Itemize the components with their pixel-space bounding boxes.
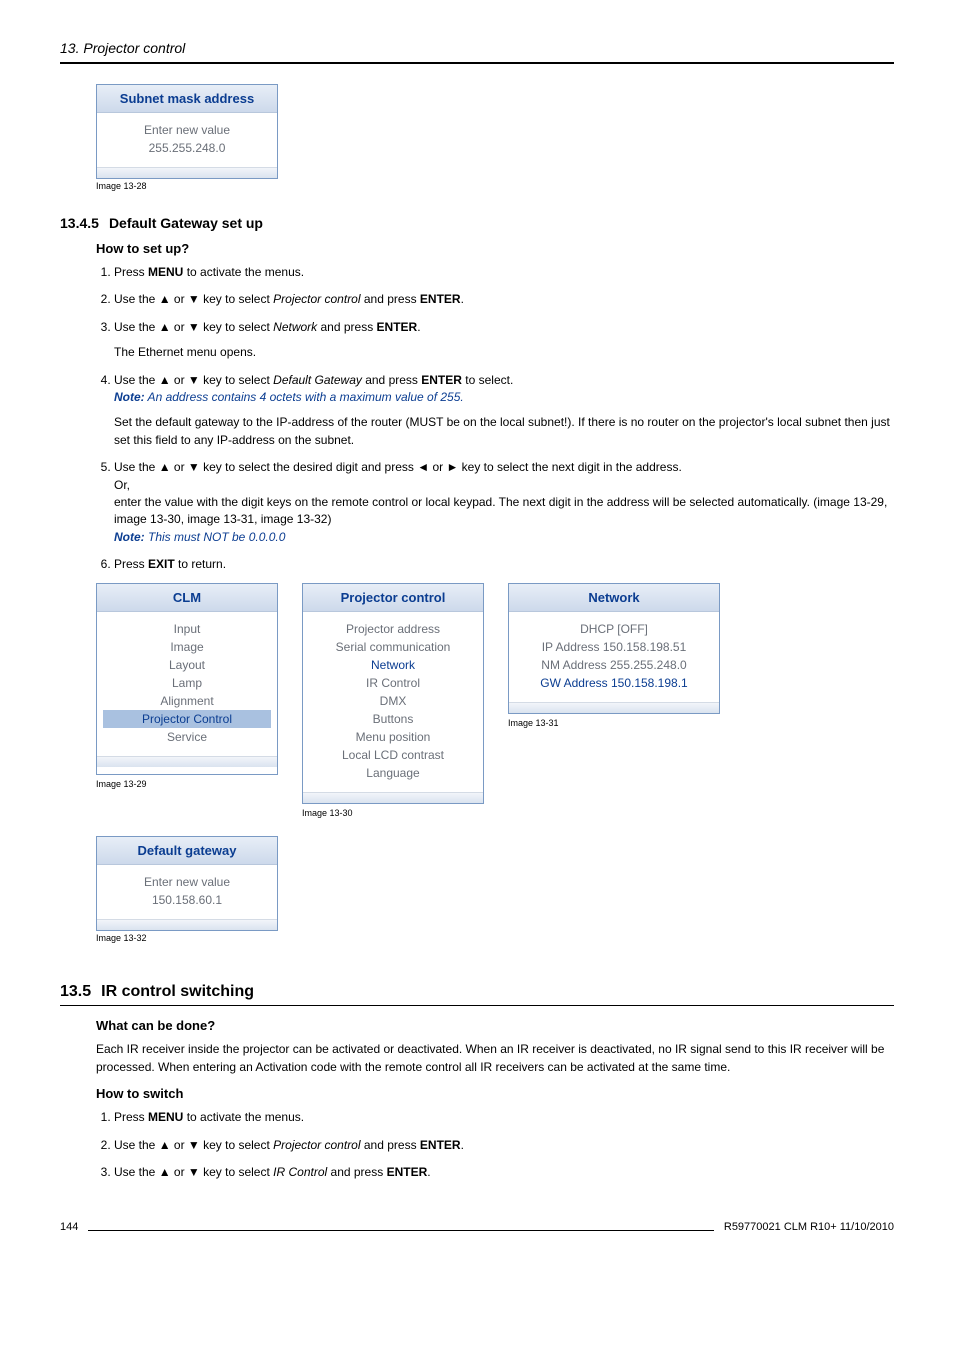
image-caption: Image 13-31 [508,718,720,728]
steps-list: Press MENU to activate the menus. Use th… [96,1109,894,1181]
section-heading: 13.5 IR control switching [60,983,894,1001]
divider [60,62,894,64]
menu-item: Buttons [309,710,477,728]
page-number: 144 [60,1221,78,1233]
menu-item: Projector Control [103,710,271,728]
menu-item: NM Address 255.255.248.0 [515,656,713,674]
menu-item: Lamp [103,674,271,692]
menu-item: Local LCD contrast [309,746,477,764]
step: Use the ▲ or ▼ key to select Default Gat… [114,372,894,450]
menu-item: Projector address [309,620,477,638]
menu-item: Image [103,638,271,656]
step: Press MENU to activate the menus. [114,264,894,281]
panel-text: Enter new value [103,121,271,139]
section-title: IR control switching [101,983,254,1001]
step: Use the ▲ or ▼ key to select the desired… [114,459,894,546]
panel-value: 150.158.60.1 [103,891,271,909]
default-gateway-panel: Default gateway Enter new value 150.158.… [96,836,278,931]
image-caption: Image 13-29 [96,779,278,789]
section-number: 13.5 [60,983,91,1001]
menu-item: Service [103,728,271,746]
steps-list: Press MENU to activate the menus. Use th… [96,264,894,573]
menu-item: Layout [103,656,271,674]
subheading: What can be done? [96,1018,894,1033]
paragraph: Each IR receiver inside the projector ca… [96,1041,894,1076]
section-title: Default Gateway set up [109,215,263,231]
image-caption: Image 13-28 [96,181,894,191]
section-heading: 13.4.5 Default Gateway set up [60,215,894,231]
step-note: The Ethernet menu opens. [114,344,894,361]
doc-id: R59770021 CLM R10+ 11/10/2010 [724,1221,894,1233]
image-caption: Image 13-30 [302,808,484,818]
step: Press EXIT to return. [114,556,894,573]
step: Use the ▲ or ▼ key to select Projector c… [114,1137,894,1154]
menu-item: IP Address 150.158.198.51 [515,638,713,656]
panel-title: Default gateway [97,837,277,865]
menu-item: Language [309,764,477,782]
menu-item: DMX [309,692,477,710]
panel-title: CLM [97,584,277,612]
subheading: How to switch [96,1086,894,1101]
panel-text: Enter new value [103,873,271,891]
subnet-mask-panel: Subnet mask address Enter new value 255.… [96,84,278,179]
panel-title: Subnet mask address [97,85,277,113]
menu-item: Alignment [103,692,271,710]
chapter-heading: 13. Projector control [60,40,894,56]
panel-title: Projector control [303,584,483,612]
network-panel: Network DHCP [OFF]IP Address 150.158.198… [508,583,720,714]
page-footer: 144 R59770021 CLM R10+ 11/10/2010 [60,1221,894,1233]
menu-item: DHCP [OFF] [515,620,713,638]
menu-item: Network [309,656,477,674]
step: Use the ▲ or ▼ key to select Network and… [114,319,894,362]
menu-item: IR Control [309,674,477,692]
step-para: Set the default gateway to the IP-addres… [114,414,894,449]
panel-value: 255.255.248.0 [103,139,271,157]
section-number: 13.4.5 [60,215,99,231]
projector-control-panel: Projector control Projector addressSeria… [302,583,484,804]
menu-item: Serial communication [309,638,477,656]
image-caption: Image 13-32 [96,933,894,943]
divider [60,1005,894,1006]
menu-item: GW Address 150.158.198.1 [515,674,713,692]
step: Press MENU to activate the menus. [114,1109,894,1126]
step: Use the ▲ or ▼ key to select Projector c… [114,291,894,308]
menu-item: Menu position [309,728,477,746]
step: Use the ▲ or ▼ key to select IR Control … [114,1164,894,1181]
menu-item: Input [103,620,271,638]
clm-panel: CLM InputImageLayoutLampAlignmentProject… [96,583,278,775]
panel-title: Network [509,584,719,612]
subheading: How to set up? [96,241,894,256]
